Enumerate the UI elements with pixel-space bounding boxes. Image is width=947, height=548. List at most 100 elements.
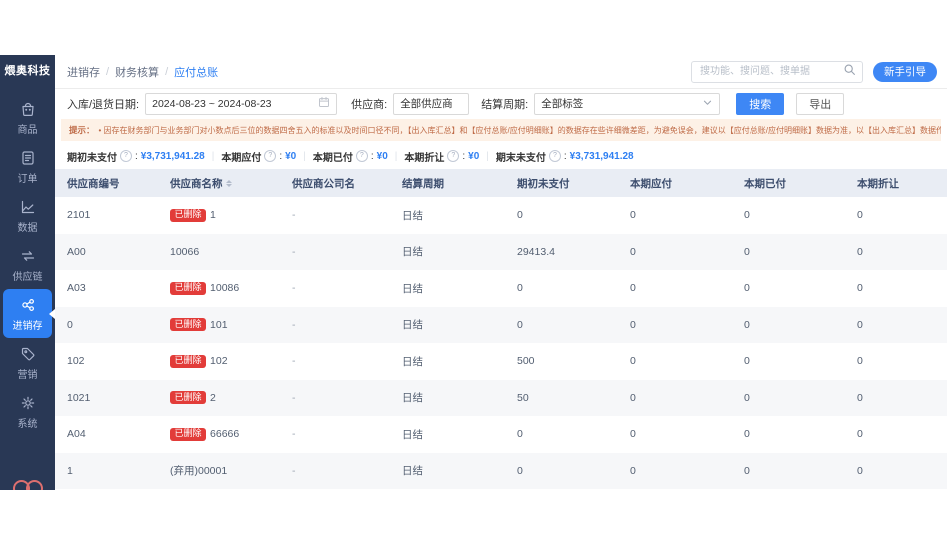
cell-opening-unpaid: 29413.4 (505, 234, 618, 271)
notice-text: • 因存在财务部门与业务部门对小数点后三位的数据四舍五入的标准以及时间口径不同，… (99, 125, 941, 136)
cell-period-payable: 0 (618, 453, 732, 490)
cell-period-payable: 0 (618, 270, 732, 307)
help-icon[interactable]: ? (447, 150, 459, 162)
summary-separator: | (212, 151, 215, 162)
beginner-guide-button[interactable]: 新手引导 (873, 62, 937, 82)
cell-settlement-cycle: 日结 (390, 197, 505, 234)
search-icon[interactable] (843, 63, 856, 81)
cell-supplier-code: 1021 (55, 380, 158, 417)
breadcrumb-finance[interactable]: 财务核算 (115, 64, 159, 80)
deleted-badge: 已删除 (170, 318, 206, 331)
sidebar-item-goods[interactable]: 商品 (3, 93, 52, 142)
search-button[interactable]: 搜索 (736, 93, 784, 115)
cell-supplier-name: 10066 (158, 234, 280, 271)
col-supplier-name[interactable]: 供应商名称 (158, 169, 280, 197)
cell-company-name: - (280, 270, 390, 307)
main-content: 进销存 / 财务核算 / 应付总账 新手引导 (55, 55, 947, 490)
cell-company-name: - (280, 416, 390, 453)
summary-period-payable: 本期应付 ?: ¥0 (221, 149, 296, 164)
cell-settlement-cycle: 日结 (390, 453, 505, 490)
help-icon[interactable]: ? (549, 150, 561, 162)
table-row[interactable]: 1021已删除2-日结50000 (55, 380, 947, 417)
cell-supplier-code: A04 (55, 416, 158, 453)
col-opening-unpaid: 期初未支付 (505, 169, 618, 197)
cycle-filter-label: 结算周期: (481, 96, 528, 112)
table-row[interactable]: 0已删除101-日结0000 (55, 307, 947, 344)
deleted-badge: 已删除 (170, 355, 206, 368)
table-row[interactable]: 1(弃用)00001-日结0000 (55, 453, 947, 490)
cell-period-payable: 0 (618, 380, 732, 417)
date-range-value: 2024-08-23 ~ 2024-08-23 (152, 98, 271, 110)
summary-opening-unpaid: 期初未支付 ?: ¥3,731,941.28 (67, 149, 205, 164)
table-row[interactable]: 102已删除102-日结500000 (55, 343, 947, 380)
cell-settlement-cycle: 日结 (390, 416, 505, 453)
date-range-input[interactable]: 2024-08-23 ~ 2024-08-23 (145, 93, 337, 115)
sidebar-item-label: 进销存 (13, 317, 43, 332)
sidebar-item-label: 系统 (18, 415, 38, 430)
cell-supplier-code: 102 (55, 343, 158, 380)
sidebar-item-orders[interactable]: 订单 (3, 142, 52, 191)
cell-company-name: - (280, 197, 390, 234)
global-search (691, 61, 863, 83)
cell-company-name: - (280, 343, 390, 380)
cell-opening-unpaid: 0 (505, 270, 618, 307)
col-supplier-code: 供应商编号 (55, 169, 158, 197)
sort-icon[interactable] (226, 180, 232, 187)
table-row[interactable]: 2101已删除1-日结0000 (55, 197, 947, 234)
sidebar-item-marketing[interactable]: 营销 (3, 338, 52, 387)
cycle-select-value: 全部标签 (541, 96, 583, 111)
cell-settlement-cycle: 日结 (390, 380, 505, 417)
cell-supplier-name: 已删除1 (158, 197, 280, 234)
summary-value: ¥3,731,941.28 (570, 151, 634, 162)
sidebar-item-label: 营销 (18, 366, 38, 381)
cell-opening-unpaid: 0 (505, 197, 618, 234)
sidebar-item-supply-chain[interactable]: 供应链 (3, 240, 52, 289)
breadcrumb-inventory[interactable]: 进销存 (67, 64, 100, 80)
search-input[interactable] (698, 65, 839, 78)
col-period-payable: 本期应付 (618, 169, 732, 197)
supplier-name-text: 66666 (210, 428, 239, 440)
marketing-tag-icon (19, 345, 37, 363)
sidebar-item-data[interactable]: 数据 (3, 191, 52, 240)
cell-period-payable: 0 (618, 197, 732, 234)
breadcrumb: 进销存 / 财务核算 / 应付总账 (67, 64, 218, 80)
table-row[interactable]: A0010066-日结29413.4000 (55, 234, 947, 271)
notice-prefix: 提示： (69, 124, 95, 136)
cell-settlement-cycle: 日结 (390, 270, 505, 307)
cell-supplier-name: 已删除66666 (158, 416, 280, 453)
cell-supplier-name: 已删除 102 (158, 343, 280, 380)
cell-company-name: - (280, 380, 390, 417)
cell-supplier-code: 2101 (55, 197, 158, 234)
table-row[interactable]: A04已删除66666-日结0000 (55, 416, 947, 453)
cycle-select[interactable]: 全部标签 (534, 93, 720, 115)
supplier-name-text: 101 (210, 319, 228, 331)
summary-period-paid: 本期已付 ?: ¥0 (313, 149, 388, 164)
cell-settlement-cycle: 日结 (390, 343, 505, 380)
cell-supplier-name: 已删除 101 (158, 307, 280, 344)
filter-bar: 入库/退货日期: 2024-08-23 ~ 2024-08-23 供应商: 结算… (55, 89, 947, 118)
cell-period-paid: 0 (732, 343, 845, 380)
customer-service-icon[interactable] (13, 480, 43, 490)
summary-separator: | (486, 151, 489, 162)
cell-period-paid: 0 (732, 416, 845, 453)
order-doc-icon (19, 149, 37, 167)
cell-period-payable: 0 (618, 234, 732, 271)
top-bar: 进销存 / 财务核算 / 应付总账 新手引导 (55, 55, 947, 89)
supplier-input[interactable] (393, 93, 469, 115)
supplier-name-text: 102 (210, 355, 228, 367)
deleted-badge: 已删除 (170, 282, 206, 295)
help-icon[interactable]: ? (120, 150, 132, 162)
sidebar-item-system[interactable]: 系统 (3, 387, 52, 436)
summary-separator: | (395, 151, 398, 162)
summary-bar: 期初未支付 ?: ¥3,731,941.28 | 本期应付 ?: ¥0 | 本期… (55, 143, 947, 169)
help-icon[interactable]: ? (264, 150, 276, 162)
sidebar-item-inventory[interactable]: 进销存 (3, 289, 52, 338)
export-button[interactable]: 导出 (796, 93, 844, 115)
help-icon[interactable]: ? (356, 150, 368, 162)
breadcrumb-payable-ledger: 应付总账 (174, 64, 218, 80)
sidebar: 煨奥科技 商品 (0, 55, 55, 490)
cell-settlement-cycle: 日结 (390, 307, 505, 344)
cell-period-paid: 0 (732, 453, 845, 490)
table-row[interactable]: A03已删除10086-日结0000 (55, 270, 947, 307)
app-logo: 煨奥科技 (0, 55, 55, 85)
